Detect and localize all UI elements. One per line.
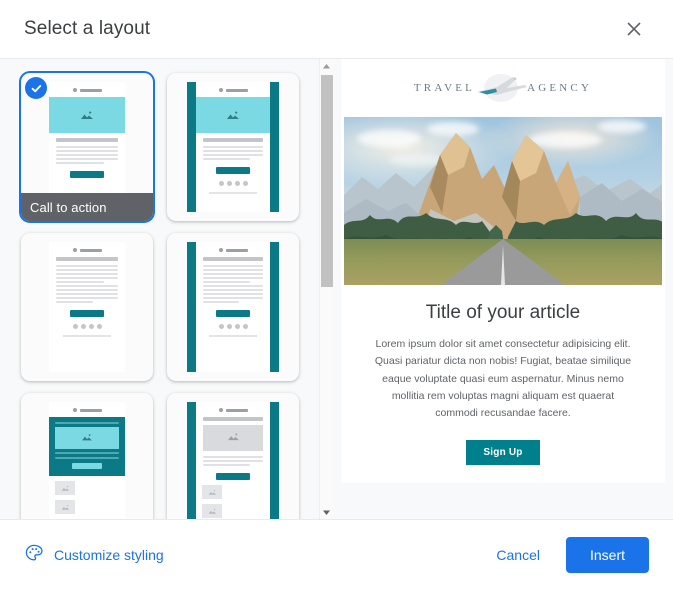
- mini-list-item: [196, 504, 270, 518]
- image-icon: [81, 429, 93, 447]
- layout-preview-mini: [49, 242, 125, 372]
- preview-hero-image: [344, 117, 662, 285]
- mini-hero-block: [49, 417, 125, 476]
- layout-thumbnail-frame[interactable]: [167, 73, 299, 221]
- layout-thumbnail-3[interactable]: [14, 227, 160, 387]
- layout-preview-mini: [187, 402, 279, 519]
- mini-sidebar-right: [270, 82, 279, 212]
- mini-image-placeholder: [55, 427, 119, 449]
- mini-sidebar-left: [187, 242, 196, 372]
- scroll-down-button[interactable]: [320, 505, 334, 519]
- mini-social-icons: [203, 324, 263, 329]
- image-icon: [55, 500, 75, 514]
- customize-styling-label: Customize styling: [54, 546, 164, 563]
- customize-styling-button[interactable]: Customize styling: [24, 543, 164, 566]
- preview-brand: TRAVEL AGENCY: [341, 59, 665, 117]
- dialog-footer: Customize styling Cancel Insert: [0, 520, 673, 589]
- preview-signup-button[interactable]: Sign Up: [466, 439, 540, 465]
- layout-thumbnail-5[interactable]: [14, 387, 160, 519]
- layout-list-pane: Call to action: [0, 59, 333, 519]
- image-icon: [80, 110, 94, 121]
- layout-thumbnail-2[interactable]: [160, 67, 306, 227]
- footer-actions: Cancel Insert: [480, 536, 649, 573]
- road-center-line: [501, 245, 505, 285]
- image-icon: [227, 429, 240, 447]
- image-icon: [202, 504, 222, 518]
- image-icon: [202, 485, 222, 499]
- mini-sidebar-right: [270, 402, 279, 519]
- preview-card: TRAVEL AGENCY Title of your article Lore…: [341, 59, 665, 483]
- layout-list-scrollbar[interactable]: [319, 59, 333, 519]
- mini-social-icons: [203, 181, 263, 186]
- layout-preview-mini: [187, 82, 279, 212]
- insert-button[interactable]: Insert: [565, 536, 649, 573]
- mini-social-icons: [56, 324, 118, 329]
- dialog-header: Select a layout: [0, 0, 673, 58]
- close-icon: [624, 19, 644, 39]
- layout-thumbnail-frame[interactable]: [167, 393, 299, 519]
- chevron-down-icon: [322, 503, 331, 519]
- mini-image-placeholder: [49, 97, 125, 133]
- layout-thumbnail-frame[interactable]: [21, 233, 153, 381]
- layout-caption: Call to action: [21, 193, 153, 221]
- mini-image-placeholder: [196, 97, 270, 133]
- layout-grid: Call to action: [0, 59, 319, 519]
- mini-image-placeholder: [203, 425, 263, 451]
- image-icon: [226, 110, 240, 121]
- layout-thumbnail-frame[interactable]: Call to action: [21, 73, 153, 221]
- layout-preview-mini: [187, 242, 279, 372]
- brand-right-word: AGENCY: [527, 82, 593, 94]
- layout-thumbnail-frame[interactable]: [167, 233, 299, 381]
- mini-sidebar-left: [187, 82, 196, 212]
- mini-list-item: [196, 485, 270, 499]
- layout-preview-pane: TRAVEL AGENCY Title of your article Lore…: [333, 59, 673, 519]
- scrollbar-track[interactable]: [320, 73, 334, 505]
- image-icon: [55, 481, 75, 495]
- mini-list-item: [49, 481, 125, 495]
- select-layout-dialog: Select a layout Call to action TRAVEL AG…: [0, 0, 673, 589]
- dialog-body: Call to action TRAVEL AGENCY Title of yo…: [0, 58, 673, 520]
- cancel-button[interactable]: Cancel: [480, 538, 556, 572]
- page-title: Select a layout: [24, 18, 151, 39]
- check-circle-icon: [25, 77, 47, 99]
- layout-list-scroll: Call to action: [0, 59, 319, 519]
- layout-thumbnail-4[interactable]: [160, 227, 306, 387]
- layout-thumbnail-1[interactable]: Call to action: [14, 67, 160, 227]
- mini-sidebar-right: [270, 242, 279, 372]
- scrollbar-thumb[interactable]: [320, 75, 333, 287]
- brand-left-word: TRAVEL: [413, 82, 476, 94]
- palette-icon: [24, 543, 44, 566]
- airplane-icon: [469, 71, 533, 105]
- scroll-up-button[interactable]: [320, 59, 334, 73]
- preview-article-body: Lorem ipsum dolor sit amet consectetur a…: [374, 338, 632, 420]
- preview-article-title: Title of your article: [425, 302, 581, 323]
- close-button[interactable]: [617, 12, 651, 46]
- mini-list-item: [49, 500, 125, 514]
- layout-preview-mini: [49, 402, 125, 519]
- layout-thumbnail-frame[interactable]: [21, 393, 153, 519]
- layout-thumbnail-6[interactable]: [160, 387, 306, 519]
- mini-sidebar-left: [187, 402, 196, 519]
